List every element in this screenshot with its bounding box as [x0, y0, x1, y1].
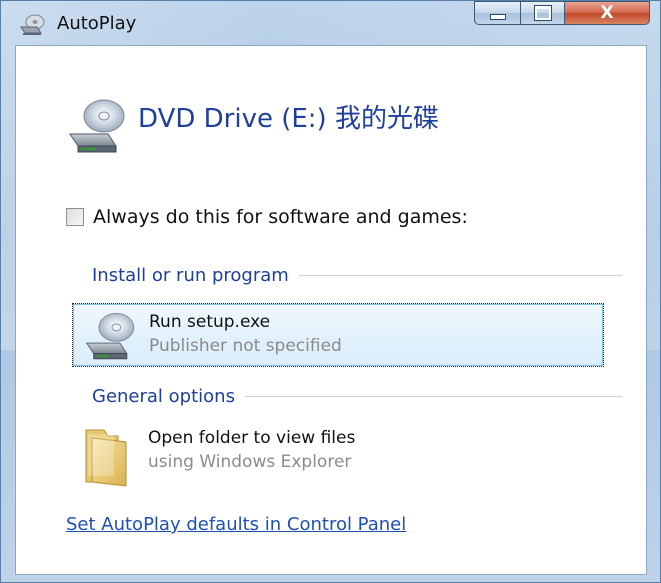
autoplay-window: AutoPlay X DVD Drive (E:) 我的光碟 Always do…: [0, 0, 661, 583]
option-title: Open folder to view files: [148, 428, 356, 448]
dialog-content: DVD Drive (E:) 我的光碟 Always do this for s…: [15, 45, 647, 575]
option-run-setup[interactable]: Run setup.exe Publisher not specified: [72, 303, 604, 367]
option-open-folder[interactable]: Open folder to view files using Windows …: [72, 420, 604, 487]
dvd-drive-icon: [69, 99, 125, 153]
option-title: Run setup.exe: [149, 312, 271, 332]
always-do-this-row[interactable]: Always do this for software and games:: [66, 206, 468, 228]
section-install-or-run: Install or run program: [92, 265, 622, 286]
option-subtitle: using Windows Explorer: [148, 452, 352, 472]
section-label: Install or run program: [92, 265, 289, 286]
window-controls: X: [474, 1, 650, 27]
device-title: DVD Drive (E:) 我的光碟: [138, 104, 439, 134]
section-general-options: General options: [92, 386, 622, 407]
title-bar[interactable]: AutoPlay X: [1, 1, 660, 45]
close-icon: X: [600, 3, 614, 23]
section-label: General options: [92, 386, 235, 407]
section-divider: [244, 396, 622, 397]
section-divider: [298, 275, 622, 276]
window-title: AutoPlay: [57, 13, 137, 34]
maximize-icon: [533, 5, 552, 21]
dvd-drive-icon: [85, 313, 135, 360]
always-do-this-label[interactable]: Always do this for software and games:: [93, 206, 468, 228]
control-panel-link[interactable]: Set AutoPlay defaults in Control Panel: [66, 514, 406, 535]
always-do-this-checkbox[interactable]: [66, 208, 84, 226]
folder-icon: [85, 429, 127, 487]
minimize-button[interactable]: [474, 1, 520, 25]
minimize-icon: [489, 14, 506, 20]
maximize-button[interactable]: [520, 1, 564, 25]
autoplay-icon: [20, 14, 45, 35]
close-button[interactable]: X: [564, 1, 650, 25]
option-subtitle: Publisher not specified: [149, 336, 342, 356]
